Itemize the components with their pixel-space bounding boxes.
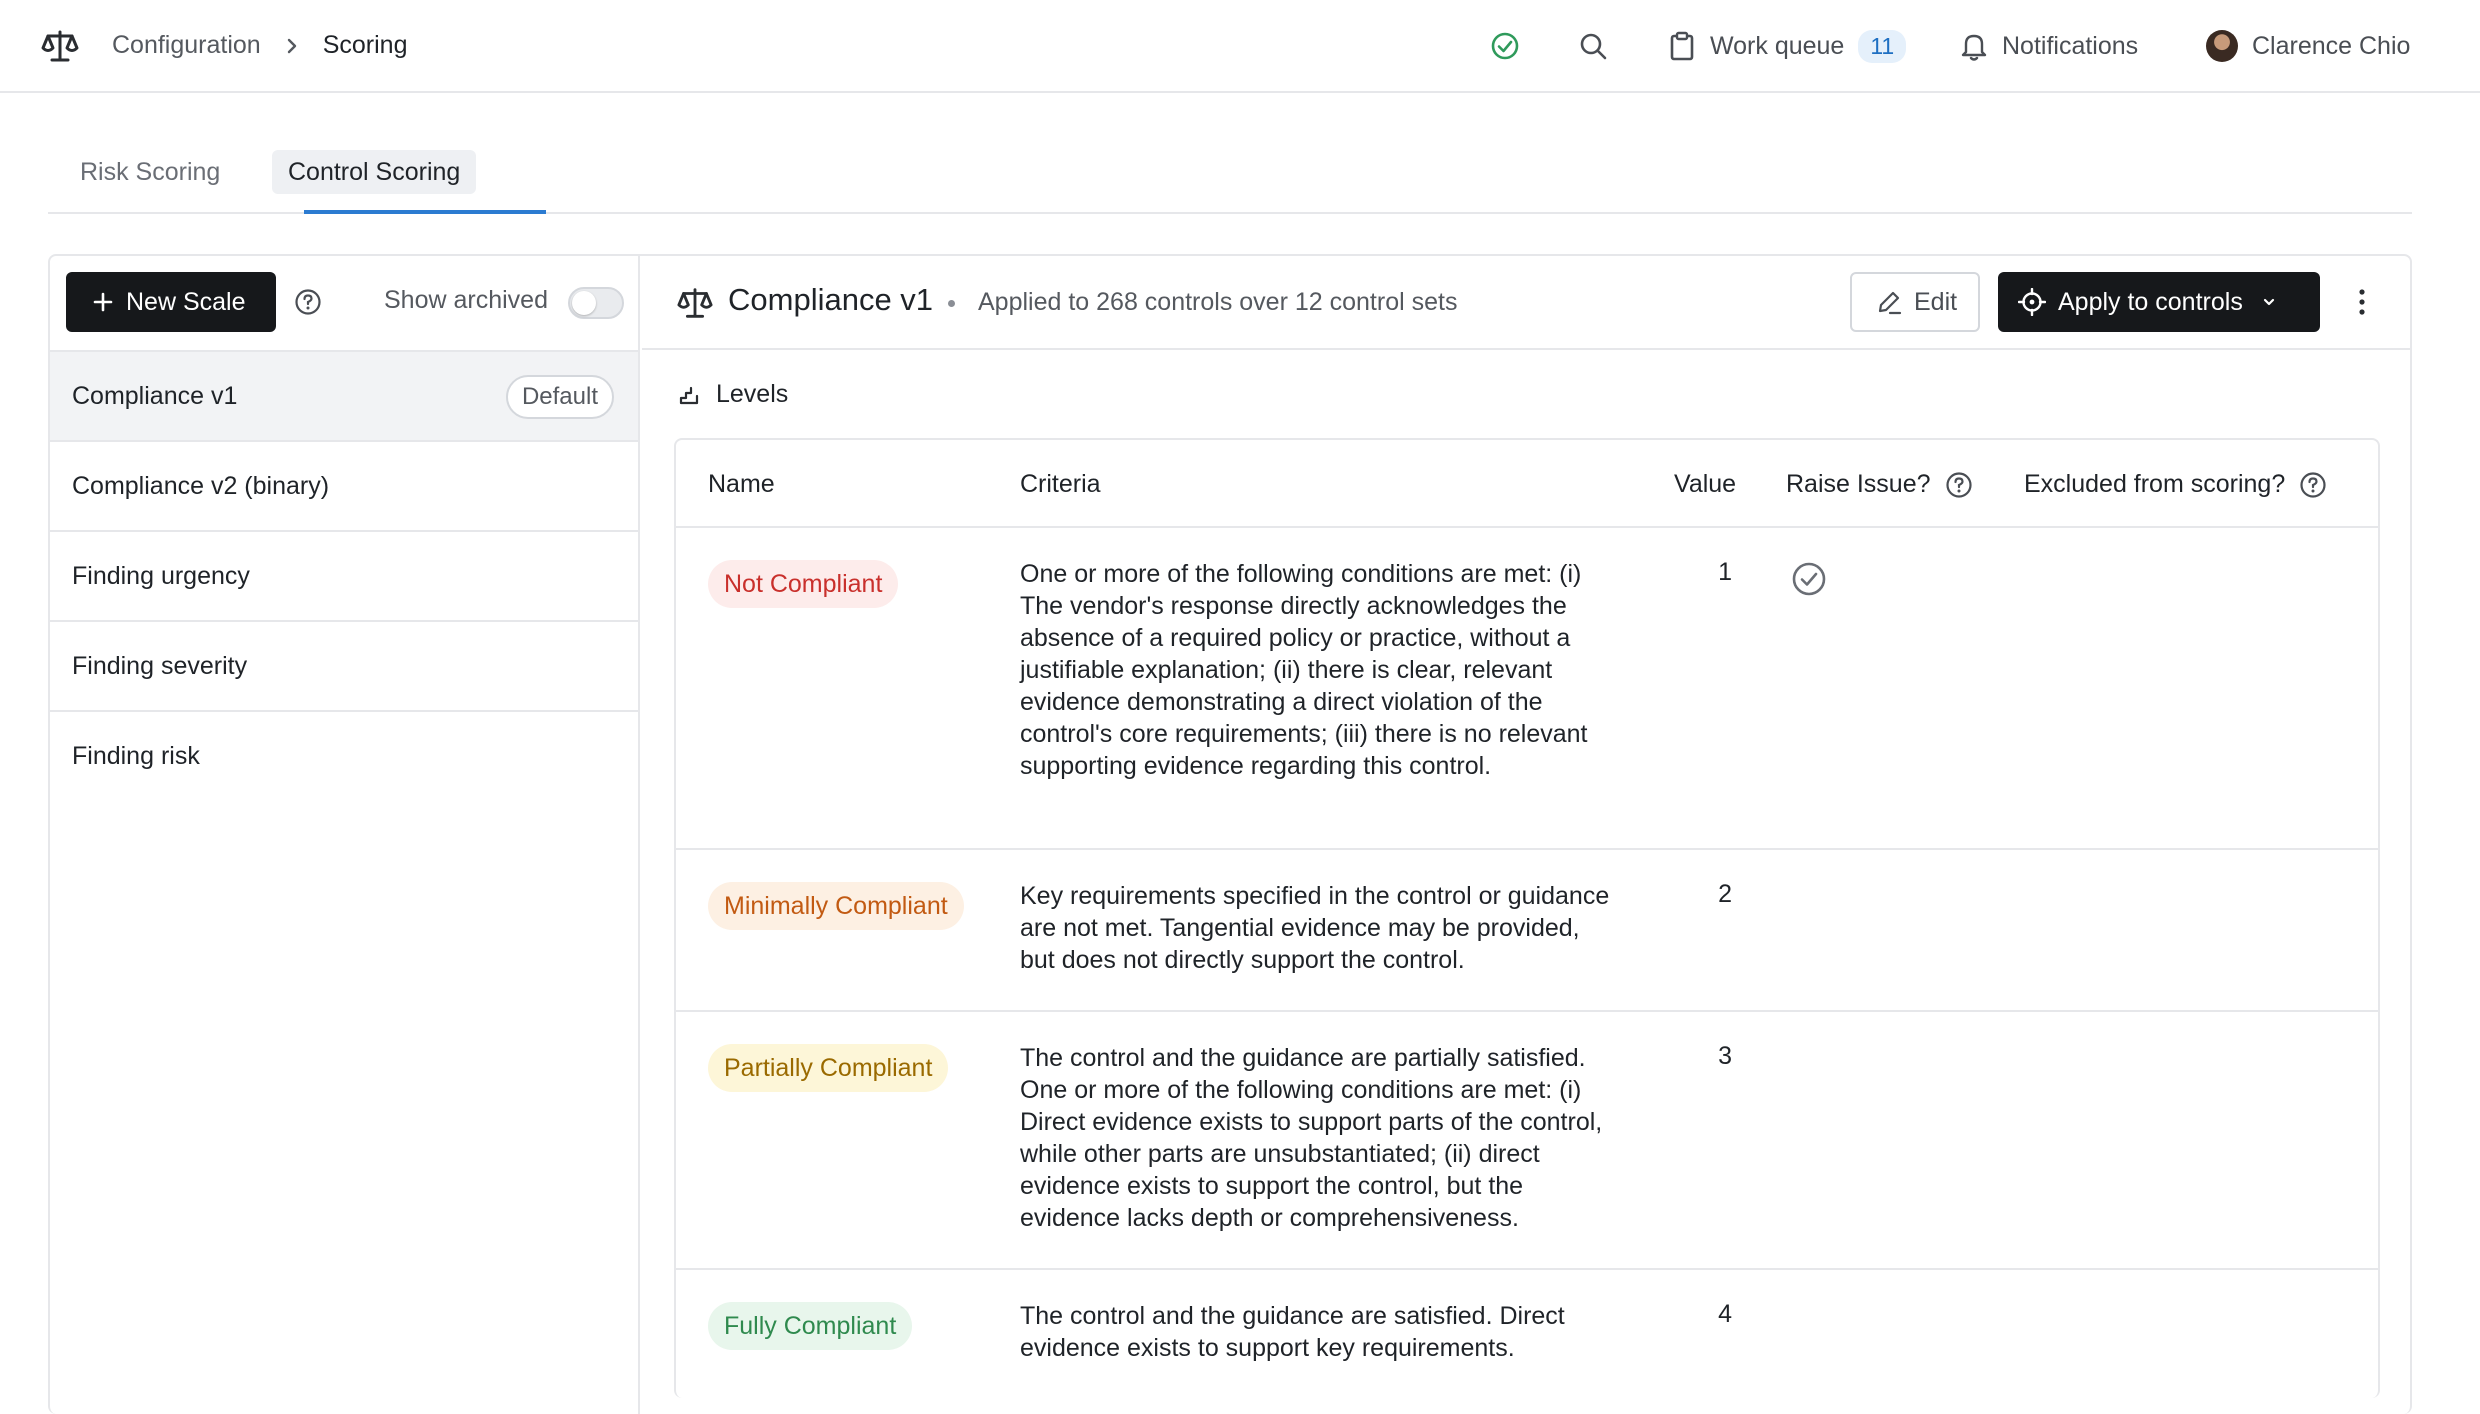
scale-applied-summary: Applied to 268 controls over 12 control …: [978, 288, 1458, 316]
help-icon[interactable]: [2299, 471, 2327, 499]
level-name-badge: Minimally Compliant: [708, 882, 964, 930]
raise-issue-check-icon: [1792, 562, 1826, 596]
toggle-knob: [572, 291, 596, 315]
breadcrumb-scoring: Scoring: [322, 31, 408, 59]
default-badge: Default: [505, 375, 614, 419]
level-name-badge: Not Compliant: [708, 560, 899, 608]
show-archived-toggle[interactable]: [568, 287, 624, 319]
breadcrumb-configuration[interactable]: Configuration: [112, 31, 261, 60]
work-queue-count-badge: 11: [1858, 29, 1907, 63]
column-header-raise-issue: Raise Issue?: [1786, 470, 1973, 499]
edit-button[interactable]: Edit: [1850, 272, 1980, 332]
apply-to-controls-button[interactable]: Apply to controls: [1998, 272, 2320, 332]
pencil-icon: [1878, 291, 1902, 315]
column-header-name: Name: [708, 470, 775, 498]
bell-icon: [1961, 34, 1987, 61]
scale-detail: Compliance v1 Applied to 268 controls ov…: [642, 256, 2410, 1414]
user-menu[interactable]: Clarence Chio: [2206, 26, 2410, 66]
plus-icon: [93, 292, 113, 312]
scale-sidebar: New Scale Show archived Compliance v1 De…: [50, 256, 640, 1414]
help-icon[interactable]: [294, 288, 322, 316]
scale-header: Compliance v1 Applied to 268 controls ov…: [642, 256, 2410, 350]
more-options-icon[interactable]: [2356, 286, 2368, 318]
scale-item-label: Finding urgency: [72, 561, 250, 590]
separator-dot: [948, 300, 955, 307]
levels-label: Levels: [716, 380, 789, 408]
apply-to-controls-label: Apply to controls: [2058, 287, 2243, 316]
levels-table: Name Criteria Value Raise Issue? Exclude…: [674, 438, 2380, 1398]
status-check-icon[interactable]: [1490, 31, 1520, 61]
help-icon[interactable]: [1945, 471, 1973, 499]
level-value: 1: [1718, 558, 1732, 586]
scoring-panel: New Scale Show archived Compliance v1 De…: [48, 254, 2412, 1414]
scale-item-finding-risk[interactable]: Finding risk: [50, 710, 638, 800]
scale-item-finding-urgency[interactable]: Finding urgency: [50, 530, 638, 620]
show-archived-label: Show archived: [384, 286, 548, 314]
scale-item-compliance-v1[interactable]: Compliance v1 Default: [50, 350, 638, 440]
breadcrumb: Configuration Scoring: [112, 0, 407, 91]
chevron-down-icon: [2263, 298, 2274, 306]
table-row[interactable]: Minimally Compliant Key requirements spe…: [676, 850, 2378, 1012]
column-header-value: Value: [1674, 470, 1737, 498]
scale-item-label: Compliance v2 (binary): [72, 471, 330, 500]
scale-item-label: Compliance v1: [72, 381, 238, 410]
level-value: 4: [1718, 1300, 1732, 1328]
levels-icon: [679, 386, 699, 404]
level-criteria: One or more of the following conditions …: [1020, 560, 1588, 780]
scale-icon: [677, 288, 713, 318]
target-icon: [2018, 288, 2046, 316]
user-name: Clarence Chio: [2252, 31, 2411, 60]
clipboard-icon: [1670, 31, 1694, 61]
level-name-badge: Partially Compliant: [708, 1044, 949, 1092]
levels-section-heading: Levels: [678, 380, 788, 409]
scale-item-compliance-v2[interactable]: Compliance v2 (binary): [50, 440, 638, 530]
new-scale-button[interactable]: New Scale: [66, 272, 276, 332]
table-header: Name Criteria Value Raise Issue? Exclude…: [676, 440, 2378, 528]
scale-item-label: Finding risk: [72, 741, 200, 770]
table-row[interactable]: Partially Compliant The control and the …: [676, 1012, 2378, 1270]
column-header-criteria: Criteria: [1020, 470, 1101, 498]
scale-logo-icon[interactable]: [40, 26, 80, 66]
sidebar-header: New Scale Show archived: [50, 256, 638, 350]
notifications-label: Notifications: [2002, 31, 2139, 60]
work-queue-button[interactable]: Work queue 11: [1668, 26, 1907, 66]
avatar: [2206, 30, 2238, 62]
notifications-button[interactable]: Notifications: [1960, 26, 2138, 66]
scale-title: Compliance v1: [728, 282, 934, 317]
edit-label: Edit: [1914, 287, 1958, 316]
level-criteria: The control and the guidance are satisfi…: [1020, 1302, 1565, 1362]
level-name-badge: Fully Compliant: [708, 1302, 913, 1350]
new-scale-label: New Scale: [126, 287, 246, 316]
level-value: 3: [1718, 1042, 1732, 1070]
tab-control-scoring[interactable]: Control Scoring: [272, 150, 477, 194]
scale-item-finding-severity[interactable]: Finding severity: [50, 620, 638, 710]
chevron-right-icon: [287, 38, 296, 53]
level-value: 2: [1718, 880, 1732, 908]
tab-risk-scoring[interactable]: Risk Scoring: [64, 150, 236, 194]
level-criteria: The control and the guidance are partial…: [1020, 1044, 1603, 1232]
raise-issue-label: Raise Issue?: [1786, 470, 1931, 498]
work-queue-label: Work queue: [1710, 31, 1845, 60]
column-header-excluded: Excluded from scoring?: [2024, 470, 2327, 499]
scoring-tabs: Risk Scoring Control Scoring: [48, 140, 2412, 214]
level-criteria: Key requirements specified in the contro…: [1020, 882, 1610, 974]
excluded-label: Excluded from scoring?: [2024, 470, 2286, 498]
table-row[interactable]: Not Compliant One or more of the followi…: [676, 528, 2378, 850]
table-row[interactable]: Fully Compliant The control and the guid…: [676, 1270, 2378, 1398]
top-bar: Configuration Scoring Work queue 11 Noti…: [0, 0, 2480, 93]
scale-item-label: Finding severity: [72, 651, 248, 680]
active-tab-indicator: [304, 210, 546, 214]
search-icon[interactable]: [1578, 31, 1608, 61]
